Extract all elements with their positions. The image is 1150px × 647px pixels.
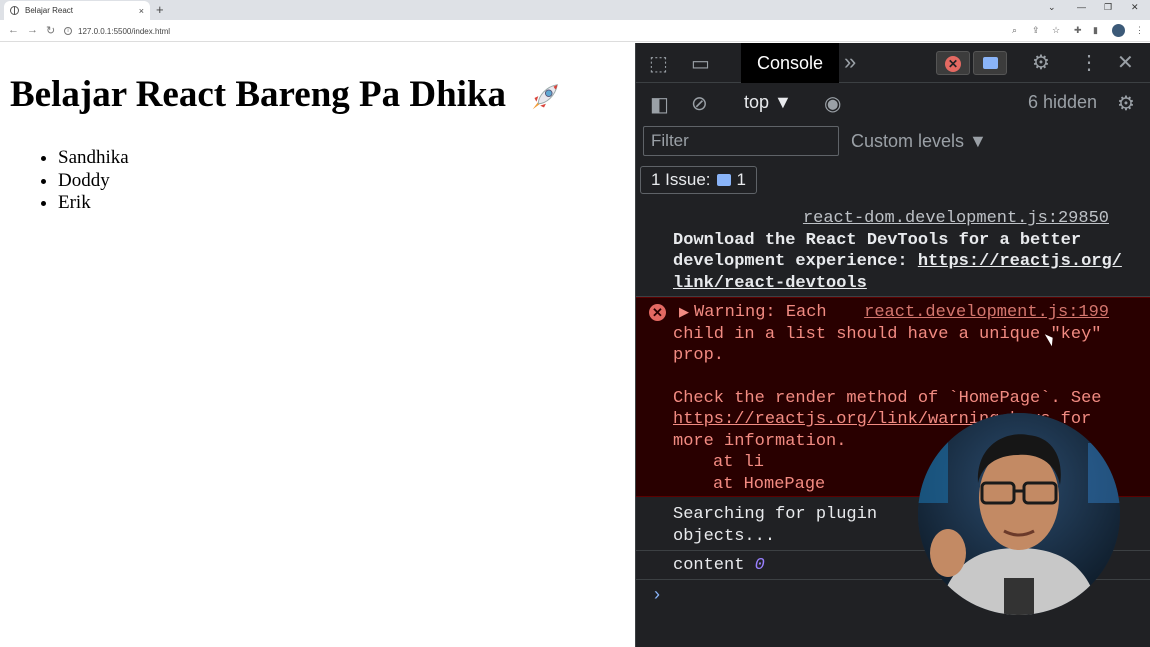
globe-icon <box>10 6 19 15</box>
console-message: react-dom.development.js:29850 Download … <box>636 206 1150 297</box>
list-item: Sandhika <box>58 147 129 170</box>
expand-triangle-icon[interactable]: ▶ <box>679 302 689 324</box>
message-source-link[interactable]: react-dom.development.js:29850 <box>673 208 1150 230</box>
console-settings-icon[interactable]: ⚙ <box>1117 91 1135 116</box>
forward-icon[interactable]: → <box>27 24 38 36</box>
share-icon[interactable]: ⇪ <box>1032 25 1040 36</box>
issues-count: 1 <box>736 170 747 189</box>
issues-label: 1 Issue: <box>651 170 711 189</box>
page-heading: Belajar React Bareng Pa Dhika <box>10 73 563 117</box>
devtools-toolbar: ⬚ ▭ Console » ✕ ⚙ ⋮ ✕ <box>636 43 1150 83</box>
tab-console[interactable]: Console <box>741 43 839 83</box>
device-toolbar-icon[interactable]: ▭ <box>691 51 710 76</box>
devtools-menu-icon[interactable]: ⋮ <box>1079 50 1099 75</box>
profile-avatar[interactable] <box>1112 24 1125 37</box>
hidden-count: 6 hidden <box>1028 92 1098 112</box>
tab-bar: Belajar React × + ⌄ — ❐ ✕ <box>0 0 1150 20</box>
context-selector[interactable]: top ▼ <box>744 92 792 113</box>
warning-source-link[interactable]: react.development.js:199 <box>864 302 1109 324</box>
browser-toolbar: ← → ↻ i 127.0.0.1:5500/index.html ⌕ ⇪ ☆ … <box>0 20 1150 42</box>
message-text: Searching for plugin objects... <box>673 505 878 546</box>
zoom-icon[interactable]: ⌕ <box>1012 25 1017 36</box>
content-value: 0 <box>754 556 765 575</box>
address-bar[interactable]: i 127.0.0.1:5500/index.html <box>64 23 1104 39</box>
window-close-icon[interactable]: ✕ <box>1131 2 1139 13</box>
url-text: 127.0.0.1:5500/index.html <box>78 26 171 36</box>
tab-title: Belajar React <box>25 6 74 15</box>
error-icon: ✕ <box>649 304 666 321</box>
page-viewport: Belajar React Bareng Pa Dhika Sandhika D… <box>0 43 635 647</box>
extensions-icon[interactable]: ✚ <box>1074 25 1082 36</box>
console-tab-label: Console <box>756 52 824 73</box>
browser-tab[interactable]: Belajar React × <box>4 1 150 20</box>
message-icon <box>983 57 998 69</box>
sidepanel-icon[interactable]: ▮ <box>1093 25 1098 36</box>
issues-button[interactable]: 1 Issue: 1 <box>640 166 758 194</box>
settings-gear-icon[interactable]: ⚙ <box>1032 50 1050 75</box>
rocket-icon <box>532 83 559 109</box>
tab-close-icon[interactable]: × <box>139 6 144 16</box>
tab-search-icon[interactable]: ⌄ <box>1048 2 1056 13</box>
sidebar-toggle-icon[interactable]: ◧ <box>650 92 669 117</box>
more-tabs-icon[interactable]: » <box>844 49 856 75</box>
content-label: content <box>673 556 745 575</box>
reload-icon[interactable]: ↻ <box>46 24 55 37</box>
minimize-icon[interactable]: — <box>1077 2 1086 12</box>
back-icon[interactable]: ← <box>8 24 19 36</box>
live-expression-eye-icon[interactable]: ◉ <box>824 91 841 116</box>
presenter-video <box>918 413 1120 615</box>
bookmark-star-icon[interactable]: ☆ <box>1052 25 1060 36</box>
site-info-icon[interactable]: i <box>64 27 72 35</box>
close-devtools-icon[interactable]: ✕ <box>1117 50 1134 75</box>
restore-icon[interactable]: ❐ <box>1104 2 1112 13</box>
inspect-element-icon[interactable]: ⬚ <box>649 51 668 76</box>
issue-chat-icon <box>716 174 731 186</box>
browser-menu-icon[interactable]: ⋮ <box>1135 25 1144 36</box>
heading-text: Belajar React Bareng Pa Dhika <box>10 74 507 115</box>
filter-input[interactable]: Filter <box>643 126 839 156</box>
message-count-badge[interactable] <box>973 51 1007 75</box>
webcam-overlay <box>918 413 1120 615</box>
custom-levels-dropdown[interactable]: Custom levels ▼ <box>851 131 987 152</box>
error-icon: ✕ <box>945 56 961 72</box>
clear-console-icon[interactable]: ⊘ <box>691 91 708 116</box>
console-toolbar: ◧ ⊘ top ▼ ◉ 6 hidden ⚙ <box>636 84 1150 124</box>
list-item: Erik <box>58 192 129 215</box>
check-text: Check the render method of `HomePage`. S… <box>673 388 1102 408</box>
new-tab-button[interactable]: + <box>156 2 164 17</box>
console-prompt-icon[interactable]: › <box>654 584 660 605</box>
names-list: Sandhika Doddy Erik <box>58 147 129 215</box>
error-count-badge[interactable]: ✕ <box>936 51 970 75</box>
list-item: Doddy <box>58 170 129 193</box>
